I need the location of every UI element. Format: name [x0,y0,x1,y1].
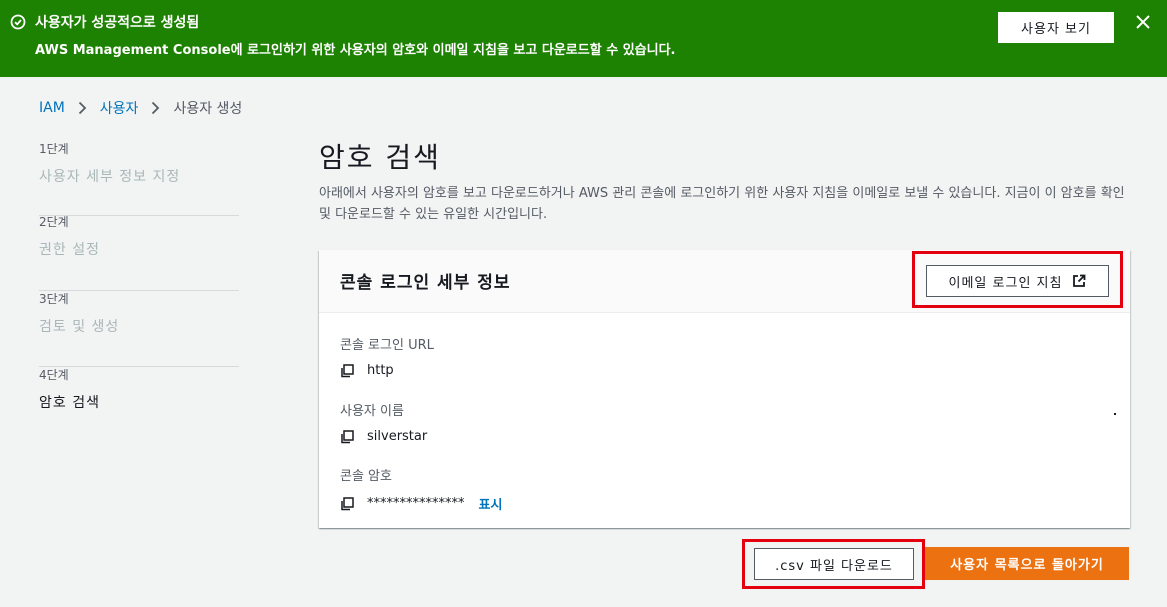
field-value-row: *************** 표시 [340,494,502,513]
view-user-button[interactable]: 사용자 보기 [998,12,1114,43]
step-number: 1단계 [39,142,69,156]
step-1: 1단계 사용자 세부 정보 지정 [39,140,239,216]
field-label: 사용자 이름 [340,404,404,419]
step-4: 4단계 암호 검색 [39,367,239,443]
step-3: 3단계 검토 및 생성 [39,291,239,367]
dot-mark [1114,413,1116,415]
step-name: 암호 검색 [39,395,100,411]
highlight-box [912,251,1123,308]
close-icon[interactable] [1134,13,1152,31]
breadcrumb-users[interactable]: 사용자 [100,98,139,118]
step-name: 권한 설정 [39,242,100,258]
step-name: 사용자 세부 정보 지정 [39,169,181,185]
field-value-row: http [340,363,434,378]
field-label: 콘솔 로그인 URL [340,338,434,353]
step-name: 검토 및 생성 [39,319,120,335]
page-description: 아래에서 사용자의 암호를 보고 다운로드하거나 AWS 관리 콘솔에 로그인하… [319,186,1125,222]
check-circle-icon [10,14,26,30]
banner-title: 사용자가 성공적으로 생성됨 [35,15,200,31]
field-label: 콘솔 암호 [340,469,392,484]
step-number: 4단계 [39,368,69,382]
copy-icon[interactable] [340,363,354,378]
console-url-field: 콘솔 로그인 URL http [340,334,434,378]
step-2: 2단계 권한 설정 [39,215,239,291]
field-value-row: silverstar [340,429,427,444]
password-field: 콘솔 암호 *************** 표시 [340,465,502,513]
wizard-steps: 1단계 사용자 세부 정보 지정 2단계 권한 설정 3단계 검토 및 생성 4… [39,140,239,443]
chevron-right-icon [78,101,87,115]
success-banner: 사용자가 성공적으로 생성됨 AWS Management Console에 로… [0,0,1167,77]
username-value: silverstar [367,429,428,444]
step-number: 3단계 [39,292,69,306]
download-csv-button[interactable]: .csv 파일 다운로드 [754,548,914,580]
console-url-value: http [367,363,394,378]
password-value: *************** [367,496,465,511]
copy-icon[interactable] [340,496,354,511]
show-password-link[interactable]: 표시 [479,494,503,513]
copy-icon[interactable] [340,429,354,444]
breadcrumb: IAM 사용자 사용자 생성 [39,98,242,118]
card-heading: 콘솔 로그인 세부 정보 [340,273,511,293]
username-field: 사용자 이름 silverstar [340,400,427,444]
return-to-users-button[interactable]: 사용자 목록으로 돌아가기 [925,547,1129,580]
page-title: 암호 검색 [319,141,441,174]
step-number: 2단계 [39,215,69,229]
breadcrumb-current: 사용자 생성 [173,101,243,117]
banner-message: AWS Management Console에 로그인하기 위한 사용자의 암호… [35,43,676,58]
breadcrumb-iam[interactable]: IAM [39,100,65,116]
chevron-right-icon [152,101,160,115]
